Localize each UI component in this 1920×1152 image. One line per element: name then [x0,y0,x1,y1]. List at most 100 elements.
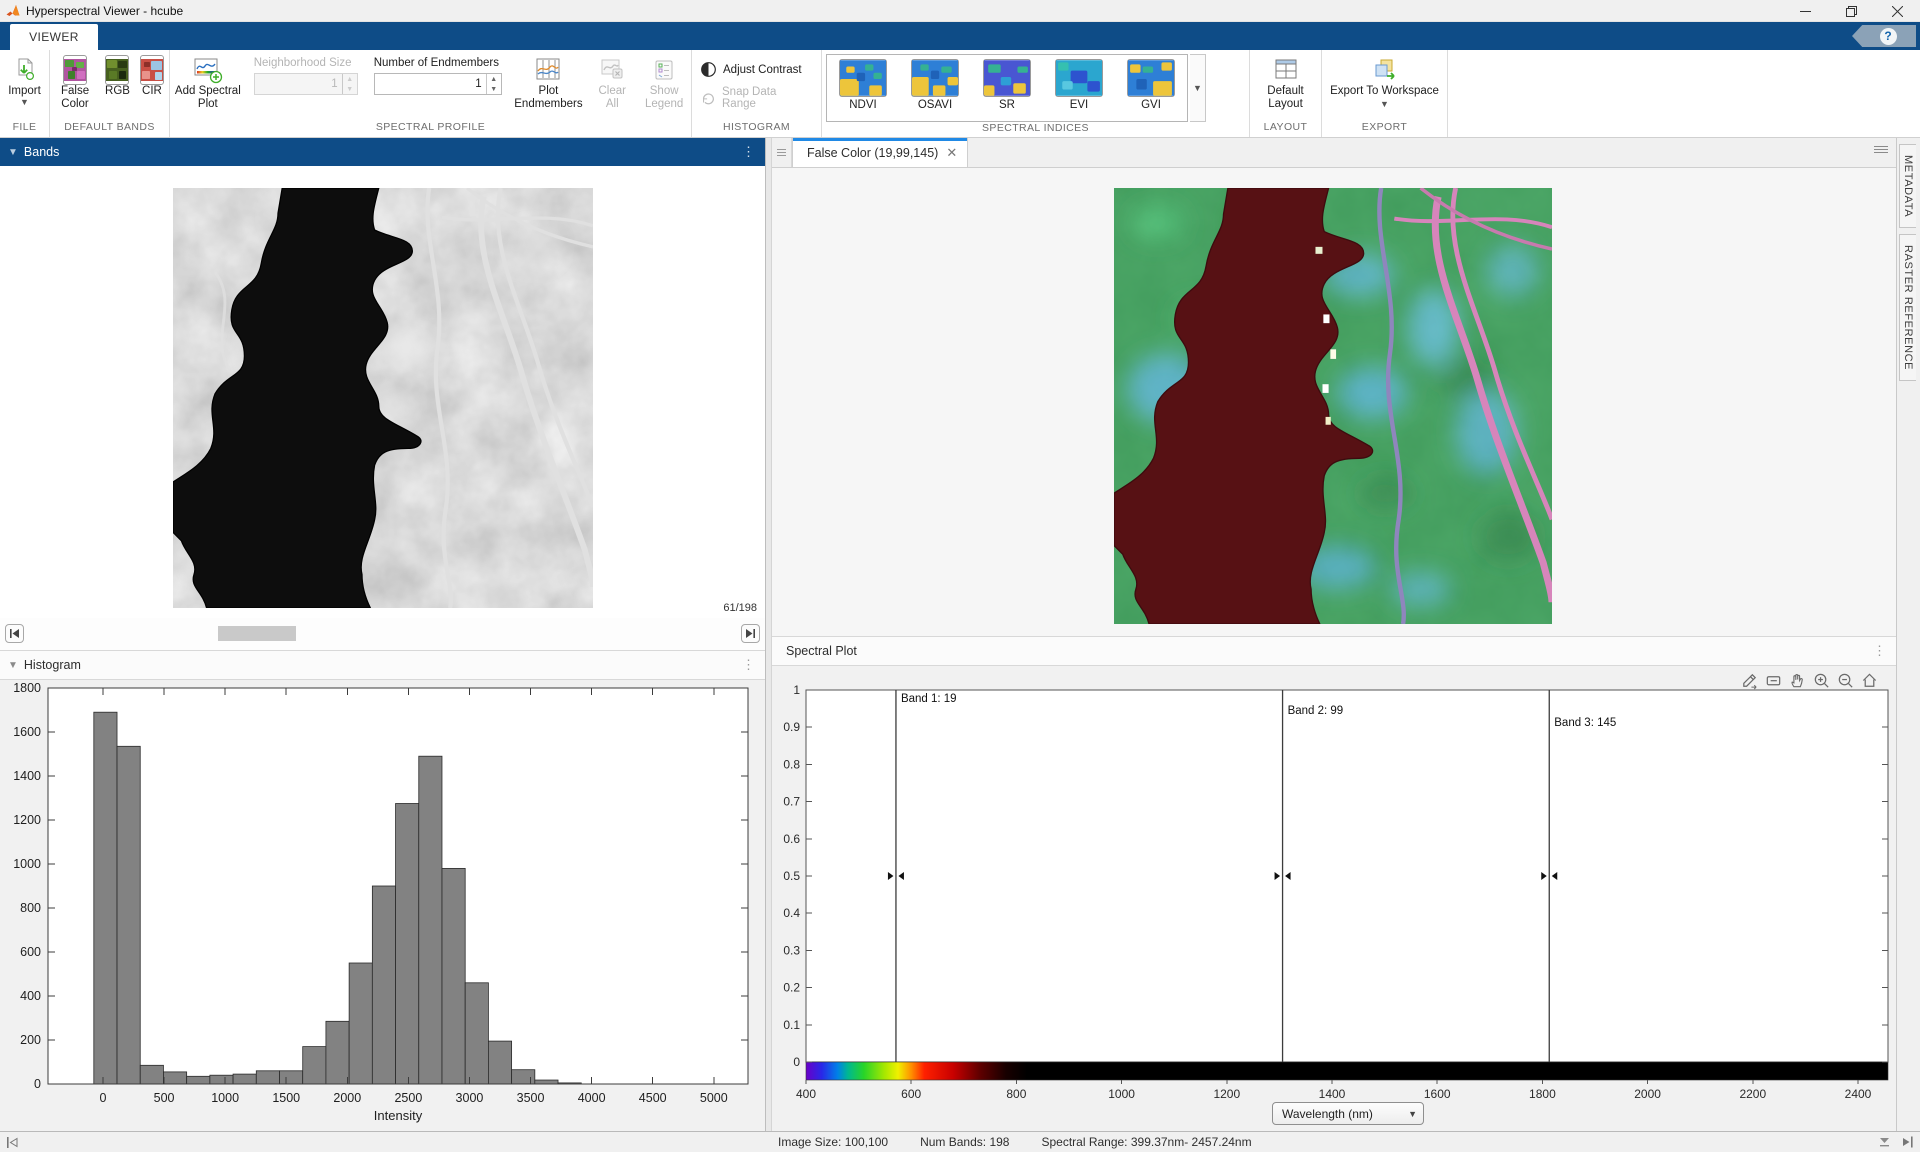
add-spectral-plot-button[interactable]: Add Spectral Plot [170,53,246,113]
tab-metadata[interactable]: METADATA [1899,144,1916,228]
first-band-button[interactable] [5,624,24,643]
ribbon-section-export: Export To Workspace ▼ EXPORT [1322,50,1448,137]
histogram-chart: 0500100015002000250030003500400045005000… [0,680,764,1131]
ndvi-button[interactable]: NDVI [827,55,899,121]
pan-icon[interactable] [1787,670,1808,691]
add-spectral-plot-label: Add Spectral Plot [174,85,242,111]
datatip-icon[interactable] [1763,670,1784,691]
home-icon[interactable] [1859,670,1880,691]
show-legend-button[interactable]: Show Legend [637,53,691,113]
section-label-file: FILE [0,121,49,137]
collapse-down-icon[interactable] [1878,1135,1891,1149]
last-band-button[interactable] [741,624,760,643]
minimize-button[interactable] [1782,0,1828,22]
grayscale-band-image[interactable] [173,188,593,608]
clear-all-button[interactable]: Clear All [587,53,637,113]
tab-false-color[interactable]: False Color (19,99,145) ✕ [792,138,968,167]
endmembers-field[interactable]: 1 ▲▼ [374,73,502,95]
svg-text:0: 0 [99,1091,106,1105]
import-button[interactable]: Import ▼ [4,53,45,109]
svg-text:0.1: 0.1 [783,1018,800,1032]
band-slider-thumb[interactable] [218,626,296,641]
hyperspectral-viewer-app: Hyperspectral Viewer - hcube VIEWER ? Im… [0,0,1920,1152]
histogram-panel-title: Histogram [24,658,81,672]
help-icon: ? [1880,28,1897,45]
gvi-thumbnail-icon [1127,59,1175,97]
close-button[interactable] [1874,0,1920,22]
svg-text:0.2: 0.2 [783,981,800,995]
export-plot-icon[interactable] [1739,670,1760,691]
section-label-histogram: HISTOGRAM [692,121,821,137]
wavelength-dropdown[interactable]: Wavelength (nm) ▼ [1272,1102,1424,1125]
tab-close-icon[interactable]: ✕ [946,145,957,161]
ribbon-section-file: Import ▼ FILE [0,50,50,137]
gallery-expand-button[interactable]: ▼ [1190,54,1206,122]
collapse-icon[interactable]: ▼ [8,660,18,671]
image-document-panel: False Color (19,99,145) ✕ [771,138,1896,1131]
rgb-button[interactable]: RGB [101,53,134,100]
neighborhood-size-label: Neighborhood Size [254,57,358,69]
gvi-label: GVI [1141,99,1161,111]
stepper-up-icon[interactable]: ▲ [487,74,501,84]
main-area: ▼ Bands ⋮ [0,138,1920,1131]
zoom-out-icon[interactable] [1835,670,1856,691]
endmembers-stepper[interactable]: ▲▼ [486,74,501,94]
export-to-workspace-button[interactable]: Export To Workspace ▼ [1322,53,1447,113]
panel-menu-icon[interactable]: ⋮ [742,144,755,160]
show-legend-label: Show Legend [641,85,687,111]
tab-raster-reference[interactable]: RASTER REFERENCE [1899,234,1916,381]
zoom-in-icon[interactable] [1811,670,1832,691]
ndvi-label: NDVI [849,99,876,111]
show-legend-icon [652,55,676,85]
gvi-button[interactable]: GVI [1115,55,1187,121]
plot-endmembers-label: Plot Endmembers [514,85,584,111]
svg-text:600: 600 [901,1087,921,1101]
export-to-workspace-icon [1371,55,1399,85]
svg-text:0.9: 0.9 [783,720,800,734]
section-label-layout: LAYOUT [1250,121,1321,137]
svg-text:2200: 2200 [1739,1087,1766,1101]
false-color-image[interactable] [1114,188,1552,624]
plot-endmembers-button[interactable]: Plot Endmembers [510,53,588,113]
tab-viewer[interactable]: VIEWER [10,24,98,50]
help-button[interactable]: ? [1852,25,1916,47]
panel-menu-icon[interactable]: ⋮ [1873,643,1886,659]
endmembers-value[interactable]: 1 [375,78,486,90]
ribbon-toolbar: Import ▼ FILE False Color RGB CIR [0,50,1920,138]
spectral-plot-panel-title: Spectral Plot [786,644,857,658]
section-label-default-bands: DEFAULT BANDS [50,121,169,137]
clear-all-label: Clear All [591,85,633,111]
restore-button[interactable] [1828,0,1874,22]
status-image-size: Image Size: 100,100 [778,1135,888,1149]
default-layout-button[interactable]: Default Layout [1250,53,1321,113]
neighborhood-size-group: Neighborhood Size 1 ▲▼ [254,57,358,95]
default-layout-label: Default Layout [1254,85,1317,111]
tab-label: False Color (19,99,145) [807,146,938,160]
svg-text:1600: 1600 [1424,1087,1451,1101]
ribbon-section-spectral-profile: Add Spectral Plot Neighborhood Size 1 ▲▼… [170,50,692,137]
snap-data-range-button[interactable]: Snap Data Range [700,86,813,110]
false-color-button[interactable]: False Color [51,53,99,113]
svg-text:0.6: 0.6 [783,832,800,846]
svg-text:500: 500 [154,1091,175,1105]
collapse-icon[interactable]: ▼ [8,147,18,158]
osavi-button[interactable]: OSAVI [899,55,971,121]
dock-right-icon[interactable] [1901,1135,1914,1149]
bands-panel-title: Bands [24,145,59,159]
svg-text:3000: 3000 [456,1091,484,1105]
band-image-view: 61/198 [0,166,765,618]
tab-overflow-icon[interactable] [1874,146,1888,153]
dock-left-icon[interactable] [6,1136,19,1149]
adjust-contrast-toggle[interactable]: Adjust Contrast [700,61,813,78]
sr-button[interactable]: SR [971,55,1043,121]
evi-button[interactable]: EVI [1043,55,1115,121]
svg-text:2500: 2500 [394,1091,422,1105]
cir-button[interactable]: CIR [136,53,168,100]
stepper-down-icon[interactable]: ▼ [487,84,501,94]
svg-text:5000: 5000 [700,1091,728,1105]
svg-text:4000: 4000 [578,1091,606,1105]
neighborhood-size-value: 1 [255,78,342,90]
tab-grip-icon[interactable] [772,138,792,167]
panel-menu-icon[interactable]: ⋮ [742,657,755,673]
svg-text:1400: 1400 [13,769,41,783]
